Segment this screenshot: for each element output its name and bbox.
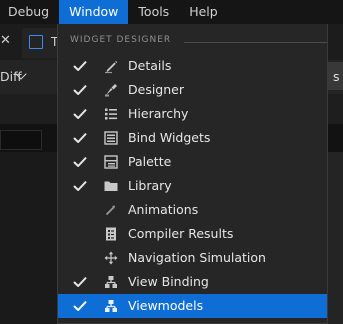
main-menu-bar: Debug Window Tools Help — [0, 0, 343, 24]
left-panel — [0, 152, 58, 324]
widget-blueprint-icon — [29, 35, 43, 49]
menu-item-viewmodels[interactable]: Viewmodels — [58, 294, 327, 318]
tab-close-icon[interactable]: ✕ — [0, 33, 11, 48]
menu-item-palette[interactable]: Palette — [58, 150, 327, 174]
section-header: WIDGET DESIGNER — [58, 34, 327, 50]
menu-window[interactable]: Window — [59, 0, 129, 24]
menu-item-compiler-results[interactable]: Compiler Results — [58, 222, 327, 246]
view-binding-icon — [105, 276, 117, 288]
designer-icon — [105, 84, 117, 97]
menu-item-view-binding[interactable]: View Binding — [58, 270, 327, 294]
checkmark-icon — [73, 61, 87, 71]
checkmark-icon — [73, 157, 87, 167]
checkmark-icon — [73, 85, 87, 95]
hierarchy-icon — [105, 108, 117, 120]
menu-item-animations[interactable]: Animations — [58, 198, 327, 222]
menu-item-label: Hierarchy — [128, 106, 189, 121]
menu-tools[interactable]: Tools — [128, 0, 179, 24]
menu-item-details[interactable]: Details — [58, 54, 327, 78]
checkmark-icon — [73, 301, 87, 311]
bind-widgets-icon — [104, 131, 118, 145]
section-divider — [184, 42, 327, 43]
compiler-results-icon — [106, 227, 116, 241]
menu-item-designer[interactable]: Designer — [58, 78, 327, 102]
menu-item-label: Library — [128, 178, 172, 193]
animation-icon — [106, 205, 115, 215]
checkmark-icon — [73, 109, 87, 119]
menu-item-label: Palette — [128, 154, 172, 169]
menu-item-navigation-simulation[interactable]: Navigation Simulation — [58, 246, 327, 270]
section-title: WIDGET DESIGNER — [70, 35, 172, 45]
menu-item-label: Animations — [128, 202, 199, 217]
window-menu-dropdown: WIDGET DESIGNER Details Designer Hierarc… — [57, 24, 328, 324]
menu-item-label: Designer — [128, 82, 184, 97]
menu-help[interactable]: Help — [179, 0, 228, 24]
editor-window: ✕ T Diff s Debug Window Tools Help WIDGE… — [0, 0, 343, 324]
palette-icon — [104, 155, 118, 169]
checkmark-icon — [73, 181, 87, 191]
navigation-icon — [104, 251, 118, 265]
checkmark-icon — [73, 277, 87, 287]
pencil-icon — [105, 61, 118, 74]
toolbar-right-button-label: s — [333, 69, 340, 84]
panel-search-input[interactable] — [0, 130, 42, 150]
menu-item-label: Bind Widgets — [128, 130, 211, 145]
menu-item-label: View Binding — [128, 274, 209, 289]
menu-item-label: Details — [128, 58, 172, 73]
menu-debug[interactable]: Debug — [0, 0, 59, 24]
menu-item-hierarchy[interactable]: Hierarchy — [58, 102, 327, 126]
menu-item-label: Viewmodels — [128, 298, 204, 313]
checkmark-icon — [73, 133, 87, 143]
menu-item-bind-widgets[interactable]: Bind Widgets — [58, 126, 327, 150]
folder-icon — [104, 181, 118, 191]
viewmodels-icon — [105, 300, 117, 312]
menu-item-library[interactable]: Library — [58, 174, 327, 198]
menu-item-label: Compiler Results — [128, 226, 234, 241]
menu-item-label: Navigation Simulation — [128, 250, 266, 265]
right-panel — [327, 152, 343, 324]
